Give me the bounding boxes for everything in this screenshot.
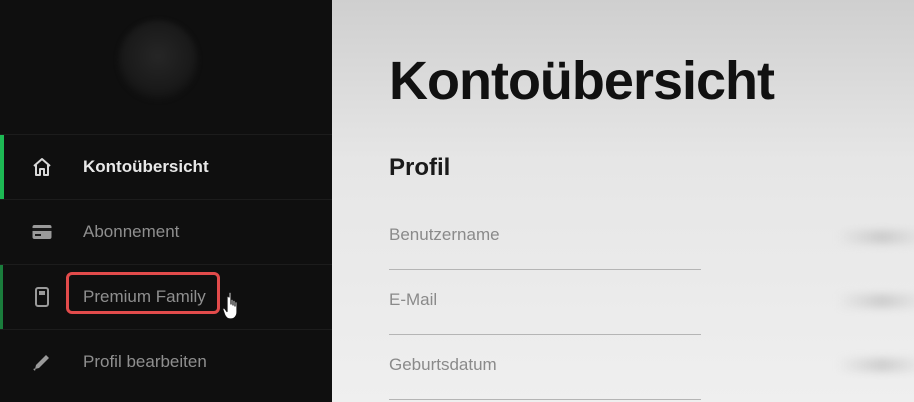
sidebar-item-premium-family[interactable]: Premium Family [0,264,332,329]
sidebar-nav: Kontoübersicht Abonnement Premium Family… [0,134,332,394]
sidebar-item-label: Abonnement [83,222,180,241]
field-label: E-Mail [389,290,438,309]
blurred-value [837,358,914,372]
app-window: Kontoübersicht Abonnement Premium Family… [0,0,914,402]
field-benutzername: Benutzername [389,205,701,270]
field-email: E-Mail [389,270,701,335]
family-device-icon [30,285,54,309]
sidebar: Kontoübersicht Abonnement Premium Family… [0,0,332,402]
sidebar-item-profil-bearbeiten[interactable]: Profil bearbeiten [0,329,332,394]
sidebar-item-label: Premium Family [83,287,206,306]
field-label: Benutzername [389,225,500,244]
section-title: Profil [389,154,451,181]
blurred-value [837,230,914,244]
hand-cursor-icon [222,291,244,321]
sidebar-item-kontouebersicht[interactable]: Kontoübersicht [0,134,332,199]
field-geburtsdatum: Geburtsdatum [389,335,701,400]
main-content: Kontoübersicht Profil Benutzername E-Mai… [332,0,914,402]
credit-card-icon [30,220,54,244]
page-title: Kontoübersicht [389,51,775,111]
sidebar-item-label: Profil bearbeiten [83,352,207,371]
home-icon [30,155,54,179]
sidebar-item-label: Kontoübersicht [83,157,209,176]
pencil-icon [30,350,54,374]
sidebar-item-abonnement[interactable]: Abonnement [0,199,332,264]
blurred-value [837,294,914,308]
field-label: Geburtsdatum [389,355,497,374]
avatar [118,20,198,100]
